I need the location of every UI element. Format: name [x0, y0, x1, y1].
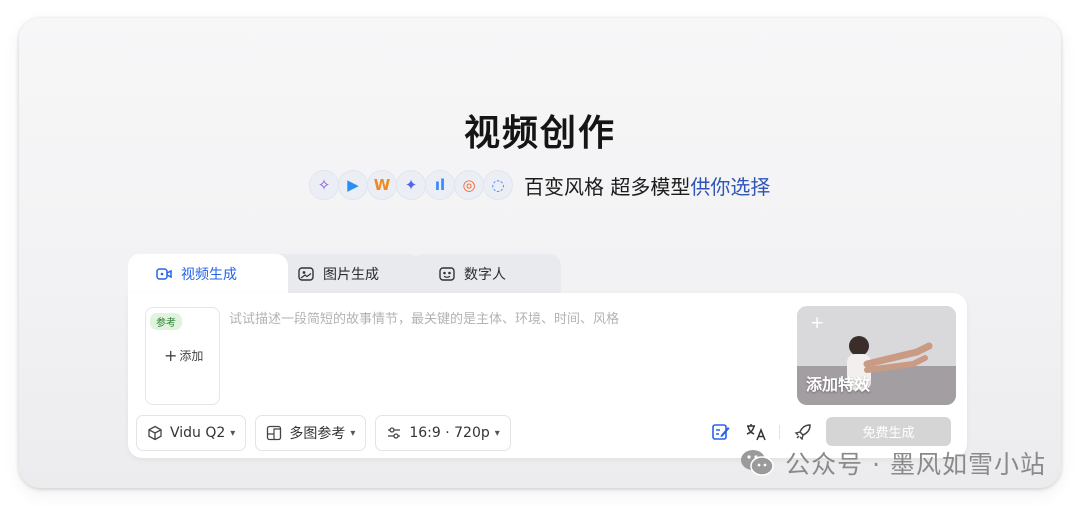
tab-video-generation[interactable]: 视频生成: [128, 254, 288, 294]
rocket-icon: [794, 423, 811, 440]
cube-icon: [148, 425, 162, 441]
watermark-text: 公众号 · 墨风如雪小站: [785, 450, 1046, 479]
add-label: 添加: [179, 349, 204, 363]
tab-label: 图片生成: [323, 267, 379, 283]
ratio-quality-value: 16:9 · 720p: [409, 425, 490, 441]
tagline: 百变风格 超多模型 供你选择: [524, 171, 770, 200]
reference-upload[interactable]: 参考 + 添加: [145, 307, 220, 405]
model-icon-2: ▶: [338, 170, 368, 200]
video-icon: [156, 268, 172, 280]
image-icon: [298, 267, 314, 281]
right-toolbar: 免费生成: [709, 417, 951, 446]
tagline-part2: 供你选择: [690, 174, 771, 199]
chevron-down-icon: ▾: [494, 427, 500, 439]
model-icon-5: ıl: [425, 170, 455, 200]
plus-icon: +: [164, 346, 178, 365]
ratio-quality-select[interactable]: 16:9 · 720p ▾: [375, 415, 511, 451]
prompt-input[interactable]: 试试描述一段简短的故事情节，最关键的是主体、环境、时间、风格: [229, 308, 619, 327]
model-icons: ✧ ▶ W ✦ ıl ◎ ◌: [309, 170, 513, 200]
translate-button[interactable]: [744, 420, 768, 444]
model-icon-6: ◎: [454, 170, 484, 200]
reference-badge: 参考: [150, 313, 182, 330]
effect-label: 添加特效: [806, 375, 871, 394]
inspiration-button[interactable]: [791, 420, 815, 444]
reference-mode-select[interactable]: 多图参考 ▾: [255, 415, 367, 451]
multi-image-icon: [267, 425, 282, 441]
tagline-part1: 百变风格 超多模型: [524, 174, 691, 199]
model-select-value: Vidu Q2: [170, 425, 226, 441]
tab-bar: 数字人 图片生成 视频生成: [128, 254, 568, 294]
reference-mode-value: 多图参考: [289, 426, 346, 442]
tab-label: 视频生成: [181, 267, 237, 283]
model-icon-4: ✦: [396, 170, 426, 200]
model-select[interactable]: Vidu Q2 ▾: [136, 415, 247, 451]
model-icon-7: ◌: [483, 170, 513, 200]
subtitle-row: ✧ ▶ W ✦ ıl ◎ ◌ 百变风格 超多模型 供你选择: [309, 168, 770, 202]
free-generate-button[interactable]: 免费生成: [826, 417, 951, 446]
divider: [779, 424, 780, 439]
plus-icon: +: [810, 313, 825, 333]
add-effect-card[interactable]: + 添加特效: [797, 306, 956, 405]
prompt-panel: 参考 + 添加 试试描述一段简短的故事情节，最关键的是主体、环境、时间、风格 +…: [128, 293, 967, 458]
video-creation-card: 视频创作 ✧ ▶ W ✦ ıl ◎ ◌ 百变风格 超多模型 供你选择 数字人 图片生成: [19, 18, 1061, 488]
tab-label: 数字人: [464, 267, 506, 283]
tab-image-generation[interactable]: 图片生成: [270, 254, 420, 294]
model-icon-1: ✧: [309, 170, 339, 200]
add-reference-button[interactable]: + 添加: [164, 346, 203, 365]
tab-digital-human[interactable]: 数字人: [411, 254, 561, 294]
page-title: 视频创作: [463, 113, 616, 154]
edit-prompt-button[interactable]: [709, 420, 733, 444]
edit-icon: [712, 423, 730, 440]
avatar-icon: [439, 267, 455, 281]
chevron-down-icon: ▾: [230, 427, 236, 439]
controls-row: Vidu Q2 ▾ 多图参考 ▾ 16:9 · 720p ▾: [136, 415, 511, 451]
settings-sliders-icon: [388, 427, 401, 439]
watermark: 公众号 · 墨风如雪小站: [739, 445, 1046, 481]
model-icon-3: W: [367, 170, 397, 200]
chevron-down-icon: ▾: [350, 427, 356, 439]
translate-icon: [746, 423, 766, 440]
wechat-icon: [741, 450, 774, 476]
